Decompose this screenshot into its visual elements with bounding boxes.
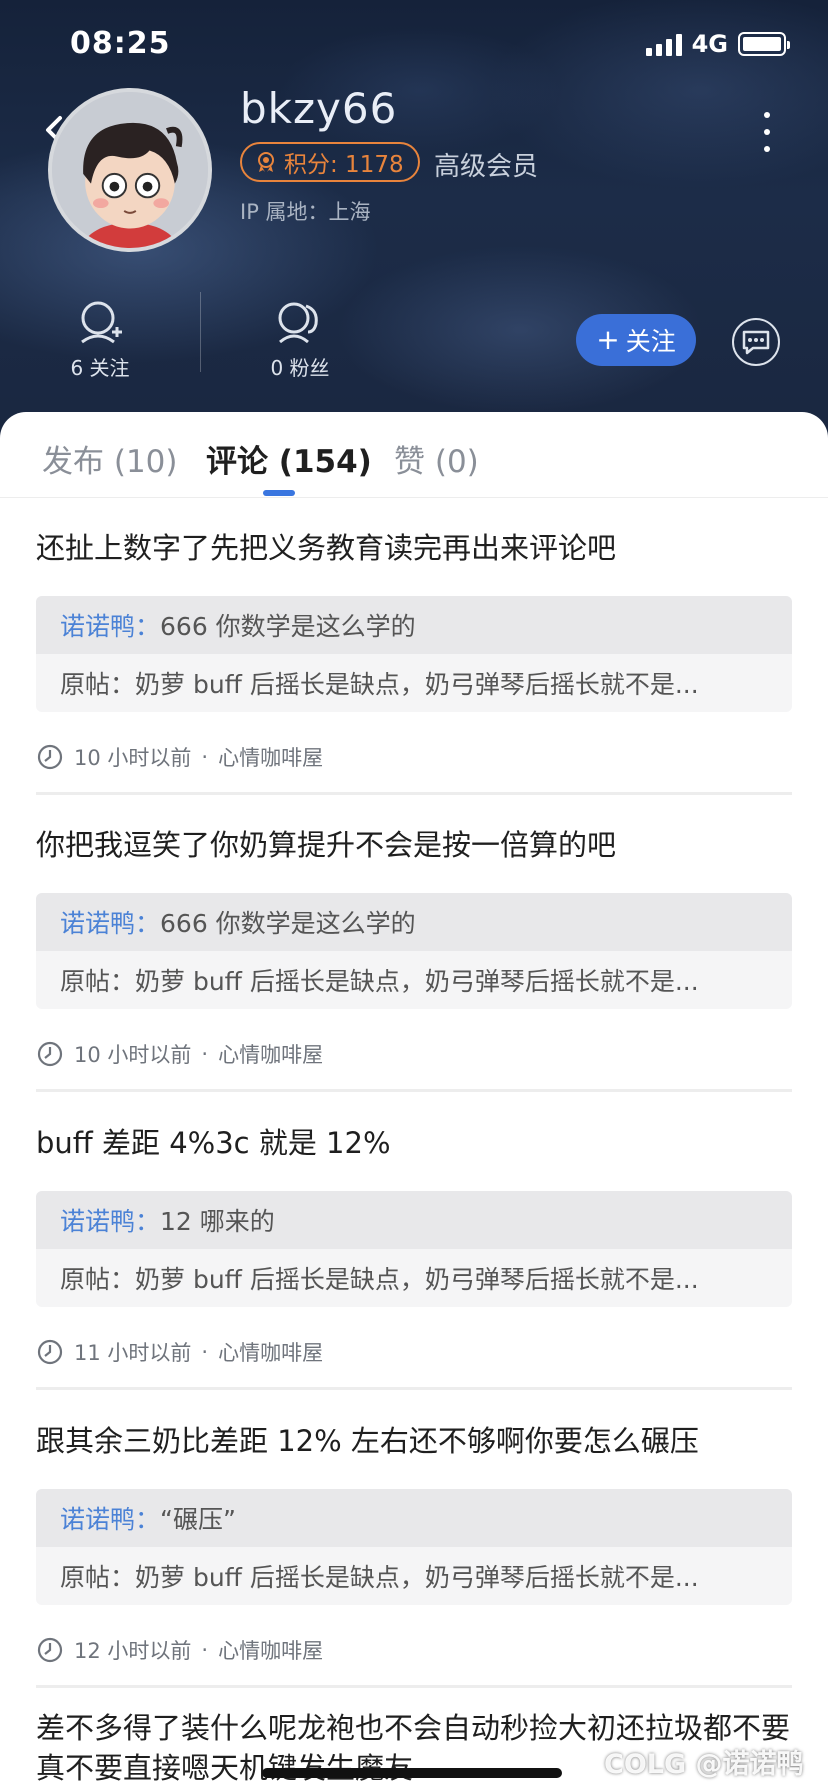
clock-icon — [37, 1339, 63, 1365]
status-indicators: 4G — [645, 30, 790, 58]
comment-divider — [36, 1685, 792, 1688]
users-icon — [278, 302, 318, 344]
reply-text: “碾压” — [160, 1505, 236, 1534]
quote-box[interactable]: 诺诺鸭： 666 你数学是这么学的 原帖：奶萝 buff 后摇长是缺点，奶弓弹琴… — [36, 596, 792, 712]
tab-bar: 发布 (10) 评论 (154) 赞 (0) — [0, 412, 828, 498]
comment-meta: 12 小时以前 · 心情咖啡屋 — [36, 1635, 792, 1665]
profile-header: 08:25 4G bkzy66 积分: 1178 高级会员 IP 属地：上海 6… — [0, 0, 828, 440]
meta-separator: · — [201, 1042, 209, 1066]
clock-icon — [37, 1637, 63, 1663]
comment-divider — [36, 792, 792, 795]
chat-bubble-icon — [742, 330, 770, 355]
avatar[interactable] — [48, 88, 212, 252]
quote-box[interactable]: 诺诺鸭： 12 哪来的 原帖：奶萝 buff 后摇长是缺点，奶弓弹琴后摇长就不是… — [36, 1191, 792, 1307]
comment-item[interactable]: 你把我逗笑了你奶算提升不会是按一倍算的吧 诺诺鸭： 666 你数学是这么学的 原… — [36, 825, 792, 1069]
reply-line: 诺诺鸭： 12 哪来的 — [36, 1191, 792, 1249]
meta-separator: · — [201, 1340, 209, 1364]
home-indicator[interactable] — [262, 1768, 562, 1778]
reply-author[interactable]: 诺诺鸭： — [60, 1500, 160, 1536]
member-level: 高级会员 — [434, 152, 539, 182]
reply-text: 666 你数学是这么学的 — [160, 909, 416, 938]
tab-posts[interactable]: 发布 (10) — [42, 436, 178, 481]
clock-icon — [37, 1041, 63, 1067]
comment-board[interactable]: 心情咖啡屋 — [218, 1635, 323, 1665]
comment-text: 跟其余三奶比差距 12% 左右还不够啊你要怎么碾压 — [36, 1424, 699, 1458]
reply-text: 666 你数学是这么学的 — [160, 612, 416, 641]
comment-board[interactable]: 心情咖啡屋 — [218, 1039, 323, 1069]
battery-icon — [738, 32, 790, 56]
following-stat[interactable]: 6 关注 — [40, 298, 160, 381]
comment-text: buff 差距 4%3c 就是 12% — [36, 1126, 391, 1160]
reply-author[interactable]: 诺诺鸭： — [60, 1202, 160, 1238]
original-post[interactable]: 原帖：奶萝 buff 后摇长是缺点，奶弓弹琴后摇长就不是... — [36, 951, 792, 1009]
reply-line: 诺诺鸭： “碾压” — [36, 1489, 792, 1547]
comment-divider — [36, 1089, 792, 1092]
comment-text: 还扯上数字了先把义务教育读完再出来评论吧 — [36, 531, 617, 565]
follow-button[interactable]: + 关注 — [576, 314, 696, 366]
meta-separator: · — [201, 745, 209, 769]
comment-board[interactable]: 心情咖啡屋 — [218, 742, 323, 772]
original-post[interactable]: 原帖：奶萝 buff 后摇长是缺点，奶弓弹琴后摇长就不是... — [36, 1249, 792, 1307]
comment-divider — [36, 1387, 792, 1390]
comment-item[interactable]: 跟其余三奶比差距 12% 左右还不够啊你要怎么碾压 诺诺鸭： “碾压” 原帖：奶… — [36, 1421, 792, 1665]
original-post[interactable]: 原帖：奶萝 buff 后摇长是缺点，奶弓弹琴后摇长就不是... — [36, 654, 792, 712]
message-button[interactable] — [732, 318, 780, 366]
fans-count: 0 粉丝 — [270, 356, 330, 380]
comment-text: 你把我逗笑了你奶算提升不会是按一倍算的吧 — [36, 828, 617, 862]
quote-box[interactable]: 诺诺鸭： 666 你数学是这么学的 原帖：奶萝 buff 后摇长是缺点，奶弓弹琴… — [36, 893, 792, 1009]
reply-author[interactable]: 诺诺鸭： — [60, 904, 160, 940]
medal-icon — [258, 152, 274, 172]
reply-text: 12 哪来的 — [160, 1207, 275, 1236]
reply-line: 诺诺鸭： 666 你数学是这么学的 — [36, 596, 792, 654]
stats-divider — [200, 292, 201, 372]
comment-item[interactable]: buff 差距 4%3c 就是 12% 诺诺鸭： 12 哪来的 原帖：奶萝 bu… — [36, 1123, 792, 1367]
avatar-cartoon-icon — [52, 92, 208, 248]
comment-time: 10 小时以前 — [74, 746, 192, 770]
quote-box[interactable]: 诺诺鸭： “碾压” 原帖：奶萝 buff 后摇长是缺点，奶弓弹琴后摇长就不是..… — [36, 1489, 792, 1605]
signal-icon — [645, 32, 682, 56]
points-badge: 积分: 1178 — [240, 142, 420, 182]
meta-separator: · — [201, 1638, 209, 1662]
ip-location: IP 属地：上海 — [240, 200, 371, 224]
reply-line: 诺诺鸭： 666 你数学是这么学的 — [36, 893, 792, 951]
more-options-icon[interactable] — [760, 112, 774, 152]
tab-likes[interactable]: 赞 (0) — [394, 436, 479, 481]
comment-item[interactable]: 还扯上数字了先把义务教育读完再出来评论吧 诺诺鸭： 666 你数学是这么学的 原… — [36, 528, 792, 772]
fans-stat[interactable]: 0 粉丝 — [240, 298, 360, 381]
network-type: 4G — [691, 30, 728, 58]
comment-time: 12 小时以前 — [74, 1639, 192, 1663]
comment-meta: 11 小时以前 · 心情咖啡屋 — [36, 1337, 792, 1367]
tab-comments[interactable]: 评论 (154) — [206, 436, 372, 481]
active-tab-indicator — [263, 490, 295, 496]
comment-meta: 10 小时以前 · 心情咖啡屋 — [36, 1039, 792, 1069]
reply-author[interactable]: 诺诺鸭： — [60, 607, 160, 643]
content-panel: 发布 (10) 评论 (154) 赞 (0) 还扯上数字了先把义务教育读完再出来… — [0, 412, 828, 1792]
clock-icon — [37, 744, 63, 770]
comment-meta: 10 小时以前 · 心情咖啡屋 — [36, 742, 792, 772]
points-value: 积分: 1178 — [284, 152, 404, 178]
original-post[interactable]: 原帖：奶萝 buff 后摇长是缺点，奶弓弹琴后摇长就不是... — [36, 1547, 792, 1605]
comment-time: 10 小时以前 — [74, 1043, 192, 1067]
watermark: COLG @诺诺鸭 — [604, 1749, 804, 1780]
comment-time: 11 小时以前 — [74, 1341, 192, 1365]
user-add-icon — [81, 301, 122, 344]
plus-icon: + — [596, 323, 620, 356]
following-count: 6 关注 — [70, 356, 130, 380]
comment-board[interactable]: 心情咖啡屋 — [218, 1337, 323, 1367]
follow-button-label: 关注 — [625, 327, 676, 356]
username: bkzy66 — [240, 84, 398, 133]
status-time: 08:25 — [70, 26, 171, 61]
